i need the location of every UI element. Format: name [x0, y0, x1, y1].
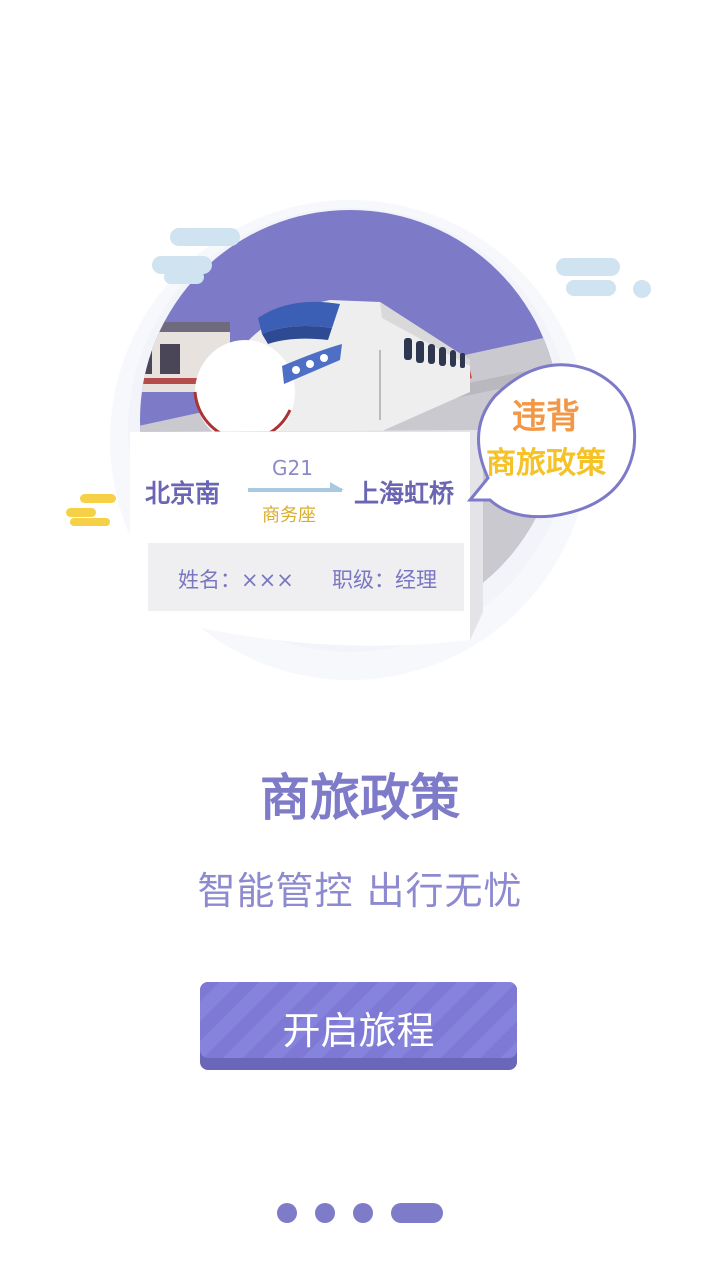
page-subtitle: 智能管控 出行无忧 — [197, 869, 523, 913]
bubble-violation-text: 违背 — [512, 397, 580, 437]
page-dot[interactable] — [353, 1203, 373, 1223]
start-journey-button[interactable]: 开启旅程 — [200, 982, 517, 1070]
train-ticket-graphic — [66, 200, 651, 680]
ticket-seat-class: 商务座 — [262, 505, 316, 526]
ticket-passenger-name: 姓名：××× — [178, 568, 294, 592]
cloud-icon — [66, 494, 116, 526]
cloud-icon — [556, 258, 651, 298]
page-dot[interactable] — [315, 1203, 335, 1223]
business-travel-illustration: 北京南 G21 上海虹桥 商务座 姓名：××× 职级：经理 违背 商旅政策 — [0, 0, 720, 720]
ticket-departure-station: 北京南 — [145, 479, 221, 508]
page-dot-active[interactable] — [391, 1203, 443, 1223]
start-journey-label: 开启旅程 — [282, 1011, 435, 1053]
ticket-arrival-station: 上海虹桥 — [354, 479, 455, 508]
ticket-train-number: G21 — [272, 456, 313, 480]
page-title: 商旅政策 — [260, 769, 460, 827]
page-dot[interactable] — [277, 1203, 297, 1223]
onboarding-page: 北京南 G21 上海虹桥 商务座 姓名：××× 职级：经理 违背 商旅政策 商旅… — [0, 0, 720, 1280]
bubble-policy-text: 商旅政策 — [486, 446, 606, 481]
ticket-passenger-rank: 职级：经理 — [332, 568, 437, 592]
